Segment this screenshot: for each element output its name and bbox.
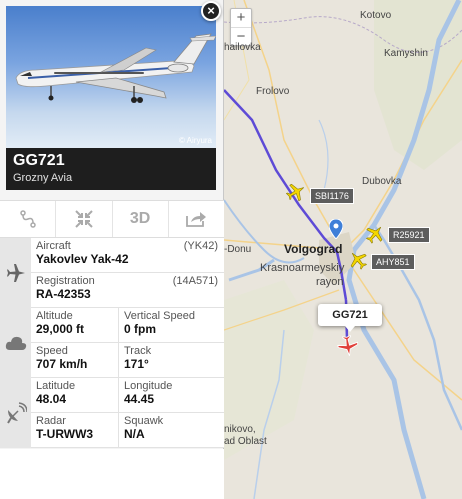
squawk-label: Squawk bbox=[124, 415, 164, 427]
flight-label-ahy851[interactable]: AHY851 bbox=[371, 254, 415, 270]
squawk-cell: Squawk N/A bbox=[118, 413, 224, 447]
cloud-icon bbox=[5, 336, 26, 350]
callsign: GG721 bbox=[13, 152, 65, 169]
radar-row: Radar T-URWW3 Squawk N/A bbox=[31, 413, 224, 448]
latitude-label: Latitude bbox=[36, 380, 76, 392]
airplane-icon-cell bbox=[0, 238, 31, 308]
flight-label-r25921[interactable]: R25921 bbox=[388, 227, 430, 243]
longitude-value: 44.45 bbox=[124, 392, 155, 406]
flight-details: Aircraft (YK42) Yakovlev Yak-42 Registra… bbox=[0, 238, 224, 448]
photo-credit: © Airyura bbox=[178, 136, 212, 145]
selected-flight-label[interactable]: GG721 bbox=[318, 304, 382, 332]
latitude-cell: Latitude 48.04 bbox=[31, 378, 118, 412]
cloud-icon-cell bbox=[0, 308, 31, 378]
altitude-value: 29,000 ft bbox=[36, 322, 85, 336]
route-button[interactable] bbox=[0, 201, 55, 237]
radar-cell: Radar T-URWW3 bbox=[31, 413, 118, 447]
radar-value: T-URWW3 bbox=[36, 427, 94, 441]
altitude-cell: Altitude 29,000 ft bbox=[31, 308, 118, 342]
map-terrain bbox=[224, 0, 462, 499]
satellite-dish-icon-cell bbox=[0, 378, 31, 448]
place-krasnoarmeysky: Krasnoarmeyskiy bbox=[260, 262, 345, 274]
close-button[interactable]: × bbox=[201, 1, 221, 21]
place-nikovo: nikovo, bbox=[224, 424, 256, 435]
aircraft-group: Aircraft (YK42) Yakovlev Yak-42 Registra… bbox=[0, 238, 224, 308]
panel-blank-area bbox=[0, 449, 224, 499]
flight-info-panel: © Airyura × GG721 Grozny Avia 3D Aircraf… bbox=[0, 0, 224, 499]
aircraft-photo-image bbox=[15, 33, 216, 103]
squawk-value: N/A bbox=[124, 427, 145, 441]
position-group: Latitude 48.04 Longitude 44.45 Radar T-U… bbox=[0, 378, 224, 448]
share-button[interactable] bbox=[167, 201, 224, 237]
satellite-dish-icon bbox=[6, 402, 27, 424]
altitude-speed-group: Altitude 29,000 ft Vertical Speed 0 fpm … bbox=[0, 308, 224, 378]
speed-label: Speed bbox=[36, 345, 68, 357]
zoom-in-button[interactable]: + bbox=[231, 9, 251, 27]
aircraft-row: Aircraft (YK42) Yakovlev Yak-42 bbox=[31, 238, 224, 273]
place-khaylovka: hailovka bbox=[224, 42, 261, 53]
aircraft-photo[interactable]: © Airyura bbox=[6, 6, 216, 148]
vertical-speed-cell: Vertical Speed 0 fpm bbox=[118, 308, 224, 342]
latitude-value: 48.04 bbox=[36, 392, 67, 406]
flight-label-sbi1176[interactable]: SBI1176 bbox=[310, 188, 354, 204]
speed-row: Speed 707 km/h Track 171° bbox=[31, 343, 224, 378]
registration-row: Registration (14A571) RA-42353 bbox=[31, 273, 224, 308]
track-cell: Track 171° bbox=[118, 343, 224, 377]
longitude-label: Longitude bbox=[124, 380, 173, 392]
airline-name: Grozny Avia bbox=[13, 172, 73, 184]
zoom-control: + − bbox=[230, 8, 252, 46]
fit-view-button[interactable] bbox=[55, 201, 111, 237]
speed-value: 707 km/h bbox=[36, 357, 88, 371]
altitude-label: Altitude bbox=[36, 310, 73, 322]
aircraft-code: (YK42) bbox=[183, 240, 218, 252]
airplane-icon bbox=[6, 264, 25, 282]
position-row: Latitude 48.04 Longitude 44.45 bbox=[31, 378, 224, 413]
place-kotovo: Kotovo bbox=[360, 10, 392, 21]
vertical-speed-value: 0 fpm bbox=[124, 322, 157, 336]
aircraft-value: Yakovlev Yak-42 bbox=[36, 252, 129, 266]
radar-label: Radar bbox=[36, 415, 66, 427]
flight-map[interactable]: + − Kotovo hailovka Kamyshin Frolovo Dub… bbox=[224, 0, 462, 499]
aircraft-icon-r25921[interactable] bbox=[365, 224, 385, 244]
place-don: -Donu bbox=[224, 244, 252, 255]
longitude-cell: Longitude 44.45 bbox=[118, 378, 224, 412]
registration-cell: Registration (14A571) RA-42353 bbox=[31, 273, 224, 307]
selected-aircraft-icon[interactable] bbox=[337, 335, 359, 357]
track-value: 171° bbox=[124, 357, 149, 371]
fit-view-icon bbox=[75, 210, 93, 228]
3d-view-button[interactable]: 3D bbox=[111, 201, 168, 237]
panel-toolbar: 3D bbox=[0, 200, 224, 238]
place-oblast: ad Oblast bbox=[224, 436, 267, 447]
track-label: Track bbox=[124, 345, 152, 357]
aircraft-cell: Aircraft (YK42) Yakovlev Yak-42 bbox=[31, 238, 224, 272]
aircraft-icon-ahy851[interactable] bbox=[348, 250, 368, 270]
registration-code: (14A571) bbox=[172, 275, 218, 287]
aircraft-icon-sbi1176[interactable] bbox=[286, 182, 306, 202]
vertical-speed-label: Vertical Speed bbox=[124, 310, 195, 322]
place-frolovo: Frolovo bbox=[256, 86, 290, 97]
place-rayon: rayon bbox=[316, 276, 344, 288]
place-kamyshin: Kamyshin bbox=[384, 48, 428, 59]
speed-cell: Speed 707 km/h bbox=[31, 343, 118, 377]
route-icon bbox=[19, 210, 36, 228]
share-icon bbox=[186, 212, 207, 227]
place-volgograd: Volgograd bbox=[284, 242, 343, 256]
location-pin-icon[interactable] bbox=[329, 219, 343, 239]
registration-value: RA-42353 bbox=[36, 287, 91, 301]
altitude-row: Altitude 29,000 ft Vertical Speed 0 fpm bbox=[31, 308, 224, 343]
callsign-header: GG721 Grozny Avia bbox=[6, 148, 216, 190]
place-dubovka: Dubovka bbox=[362, 176, 402, 187]
